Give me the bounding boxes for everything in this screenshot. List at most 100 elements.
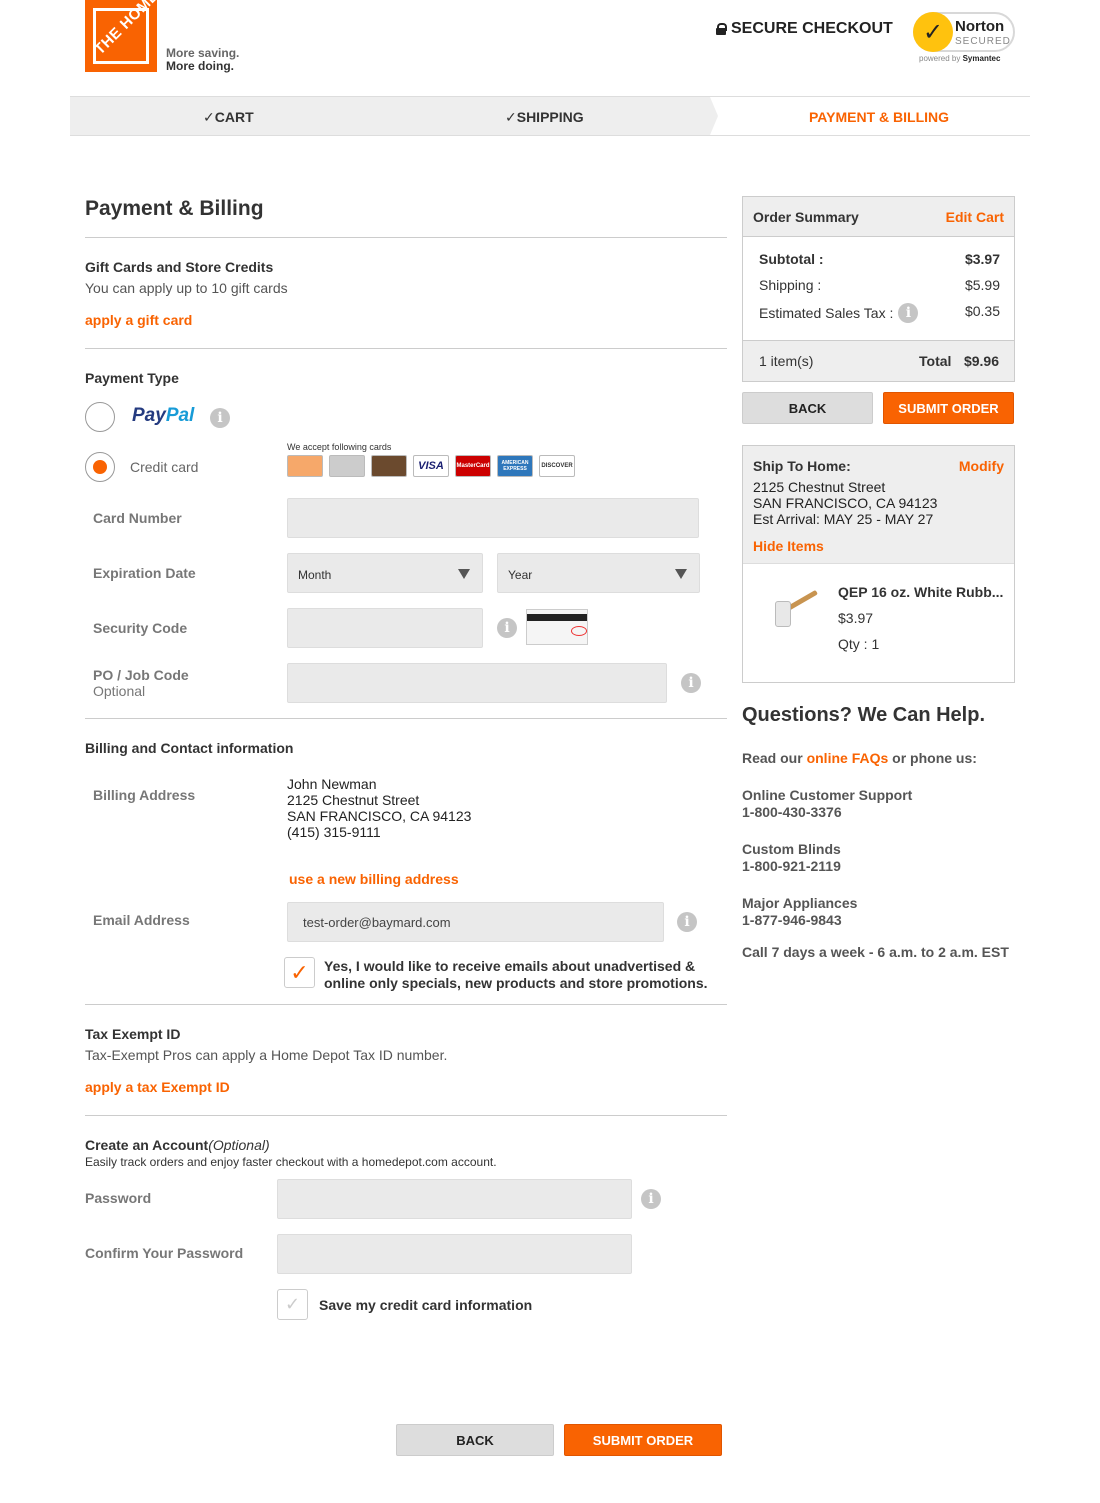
support-online-phone[interactable]: 1-800-430-3376 <box>742 804 912 821</box>
support-blinds-label: Custom Blinds <box>742 841 841 857</box>
tax-row: Estimated Sales Tax : i $0.35 <box>759 303 1000 323</box>
order-summary-title: Order Summary <box>753 209 859 225</box>
ship-to-home-header: Ship To Home: Modify 2125 Chestnut Stree… <box>743 446 1014 564</box>
expiration-year-select[interactable]: Year <box>497 553 700 593</box>
divider <box>85 1004 727 1005</box>
support-appliances-label: Major Appliances <box>742 895 858 911</box>
paypal-radio[interactable] <box>85 402 115 432</box>
step-cart[interactable]: ✓CART <box>203 109 254 126</box>
ship-street: 2125 Chestnut Street <box>753 479 886 495</box>
step-shipping[interactable]: ✓SHIPPING <box>505 109 584 126</box>
hide-items-link[interactable]: Hide Items <box>753 538 824 554</box>
shipping-value: $5.99 <box>964 277 1000 293</box>
powered-brand: Symantec <box>962 54 1001 63</box>
support-blinds: Custom Blinds 1-800-921-2119 <box>742 841 841 875</box>
submit-order-button-top[interactable]: SUBMIT ORDER <box>883 392 1014 424</box>
email-consent-checkbox[interactable]: ✓ <box>284 957 315 988</box>
save-card-label: Save my credit card information <box>319 1297 533 1313</box>
shipping-row: Shipping : $5.99 <box>759 277 1000 293</box>
paypal-logo-part-2: Pal <box>165 405 195 426</box>
tagline: More saving. More doing. <box>166 47 239 73</box>
email-consent-text: Yes, I would like to receive emails abou… <box>324 958 708 991</box>
back-button-top[interactable]: BACK <box>742 392 873 424</box>
help-faq-line: Read our online FAQs or phone us: <box>742 750 977 767</box>
help-read-suffix: or phone us: <box>892 750 977 766</box>
email-info-icon[interactable]: i <box>677 912 697 932</box>
credit-card-label: Credit card <box>130 459 199 475</box>
apply-gift-card-link[interactable]: apply a gift card <box>85 312 192 328</box>
order-summary: Order Summary Edit Cart Subtotal : $3.97… <box>742 196 1015 382</box>
subtotal-row: Subtotal : $3.97 <box>759 251 1000 267</box>
help-read-prefix: Read our <box>742 750 803 766</box>
commercial-card-icon <box>329 455 365 477</box>
tax-exempt-subtitle: Tax-Exempt Pros can apply a Home Depot T… <box>85 1047 448 1063</box>
paypal-info-icon[interactable]: i <box>210 408 230 428</box>
shipping-label: Shipping : <box>759 277 822 293</box>
apply-tax-exempt-link[interactable]: apply a tax Exempt ID <box>85 1079 230 1095</box>
modify-link[interactable]: Modify <box>959 458 1004 474</box>
norton-secured: SECURED <box>955 36 1011 47</box>
po-info-icon[interactable]: i <box>681 673 701 693</box>
submit-order-button-bottom[interactable]: SUBMIT ORDER <box>564 1424 722 1456</box>
po-job-code-input[interactable] <box>287 663 667 703</box>
project-card-icon <box>371 455 407 477</box>
edit-cart-link[interactable]: Edit Cart <box>946 209 1004 225</box>
tax-value: $0.35 <box>964 303 1000 319</box>
product-price: $3.97 <box>838 610 874 626</box>
create-account-subtitle: Easily track orders and enjoy faster che… <box>85 1155 497 1169</box>
checkout-progress: ✓CART ✓SHIPPING PAYMENT & BILLING <box>70 96 1030 136</box>
security-code-input[interactable] <box>287 608 483 648</box>
card-number-input[interactable] <box>287 498 699 538</box>
paypal-logo[interactable]: PayPal <box>132 405 194 427</box>
email-address-label: Email Address <box>93 912 190 928</box>
billing-phone: (415) 315-9111 <box>287 824 381 840</box>
back-button-bottom[interactable]: BACK <box>396 1424 554 1456</box>
support-appliances-phone[interactable]: 1-877-946-9843 <box>742 912 857 929</box>
ship-arrival: Est Arrival: MAY 25 - MAY 27 <box>753 511 934 527</box>
new-billing-address-link[interactable]: use a new billing address <box>289 871 459 887</box>
step-shipping-label: SHIPPING <box>516 109 584 125</box>
tax-exempt-title: Tax Exempt ID <box>85 1026 181 1042</box>
secure-checkout: SECURE CHECKOUT <box>716 20 893 38</box>
product-name[interactable]: QEP 16 oz. White Rubb... <box>838 584 1008 600</box>
expiration-date-label: Expiration Date <box>93 565 196 581</box>
password-input[interactable] <box>277 1179 632 1219</box>
email-input[interactable]: test-order@baymard.com <box>287 902 664 942</box>
password-info-icon[interactable]: i <box>641 1189 661 1209</box>
support-blinds-phone[interactable]: 1-800-921-2119 <box>742 858 841 875</box>
ship-to-title: Ship To Home: <box>753 458 851 474</box>
product-image[interactable] <box>775 601 791 627</box>
support-online-label: Online Customer Support <box>742 787 913 803</box>
po-optional-text: Optional <box>93 683 146 699</box>
item-count: 1 item(s) <box>759 353 814 369</box>
check-icon: ✓ <box>203 109 215 125</box>
total-value: $9.96 <box>963 353 999 369</box>
credit-card-radio[interactable] <box>85 452 115 482</box>
subtotal-value: $3.97 <box>964 251 1000 267</box>
support-hours: Call 7 days a week - 6 a.m. to 2 a.m. ES… <box>742 944 1009 960</box>
divider <box>85 1115 727 1116</box>
norton-badge[interactable]: ✓ Norton SECURED <box>913 12 1015 52</box>
po-label-text: PO / Job Code <box>93 667 189 683</box>
tax-info-icon[interactable]: i <box>898 303 919 323</box>
progress-completed-bg <box>70 97 710 135</box>
billing-title: Billing and Contact information <box>85 740 294 756</box>
ship-to-home-panel: Ship To Home: Modify 2125 Chestnut Stree… <box>742 445 1015 683</box>
confirm-password-input[interactable] <box>277 1234 632 1274</box>
divider <box>85 718 727 719</box>
password-label: Password <box>85 1190 152 1206</box>
home-depot-logo[interactable]: THE HOME DEPOT <box>85 0 157 72</box>
cvv-card-illustration <box>526 609 588 645</box>
step-payment: PAYMENT & BILLING <box>809 109 950 125</box>
month-value: Month <box>298 568 332 582</box>
home-depot-card-icon <box>287 455 323 477</box>
mastercard-icon: MasterCard <box>455 455 491 477</box>
progress-arrow <box>710 97 718 135</box>
security-code-info-icon[interactable]: i <box>497 618 517 638</box>
chevron-down-icon <box>458 569 470 579</box>
online-faqs-link[interactable]: online FAQs <box>807 750 889 766</box>
tax-label: Estimated Sales Tax : <box>759 305 894 321</box>
norton-name: Norton <box>955 18 1005 35</box>
expiration-month-select[interactable]: Month <box>287 553 483 593</box>
save-card-checkbox[interactable]: ✓ <box>277 1289 308 1320</box>
